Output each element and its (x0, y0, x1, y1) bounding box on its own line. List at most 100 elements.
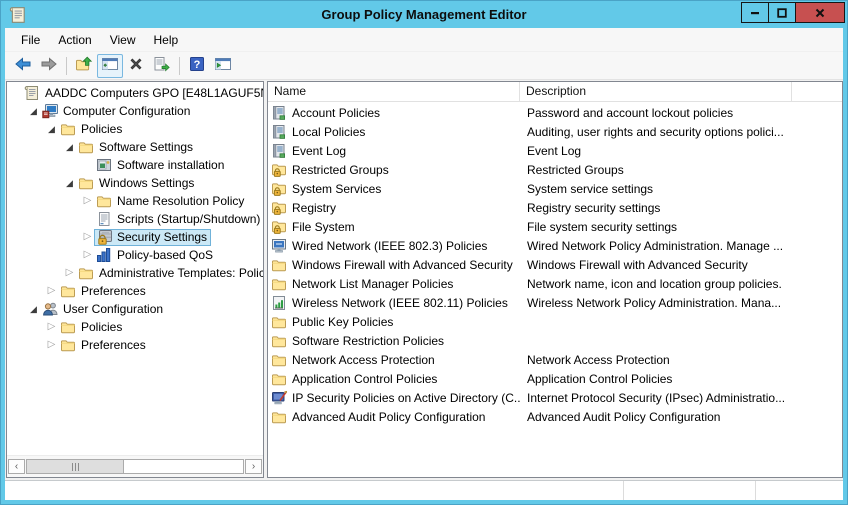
delete-button[interactable] (123, 54, 149, 78)
list-row-account-policies[interactable]: Account Policies Password and account lo… (268, 103, 842, 122)
tree-item-label: AADDC Computers GPO [E48L1AGUF5NDC (45, 86, 263, 100)
list-row-file-system[interactable]: File System File system security setting… (268, 217, 842, 236)
forward-icon (40, 56, 58, 75)
folder-lock-icon (271, 200, 287, 216)
tree-item-policies[interactable]: ▷ Policies (7, 318, 263, 336)
tree-item-aaddc-computers-gpo-e48l1aguf5ndc[interactable]: AADDC Computers GPO [E48L1AGUF5NDC (7, 84, 263, 102)
tree-item-software-installation[interactable]: Software installation (7, 156, 263, 174)
tree-item-policies[interactable]: ◢ Policies (7, 120, 263, 138)
list-row-system-services[interactable]: System Services System service settings (268, 179, 842, 198)
tree-item-user-configuration[interactable]: ◢ User Configuration (7, 300, 263, 318)
minimize-button[interactable] (742, 3, 768, 22)
tree-item-preferences[interactable]: ▷ Preferences (7, 336, 263, 354)
menu-view[interactable]: View (101, 30, 145, 50)
export-list-button[interactable] (149, 54, 175, 78)
main-area: AADDC Computers GPO [E48L1AGUF5NDC ◢ Com… (5, 80, 843, 478)
folder-icon (271, 352, 287, 368)
list-row-network-list-manager-policies[interactable]: Network List Manager Policies Network na… (268, 274, 842, 293)
tree-item-security-settings[interactable]: ▷ Security Settings (7, 228, 263, 246)
folder-icon (96, 193, 113, 209)
status-bar (5, 480, 843, 500)
list-item-description: Windows Firewall with Advanced Security (520, 258, 806, 272)
menu-bar: File Action View Help (5, 28, 843, 52)
list-item-description: Application Control Policies (520, 372, 806, 386)
expand-arrow[interactable]: ▷ (81, 246, 94, 264)
expand-arrow[interactable]: ▷ (63, 264, 76, 282)
folder-icon (271, 409, 287, 425)
list-row-network-access-protection[interactable]: Network Access Protection Network Access… (268, 350, 842, 369)
tree-item-label: Software Settings (99, 140, 193, 154)
tree-item-administrative-templates-policy[interactable]: ▷ Administrative Templates: Policy (7, 264, 263, 282)
list-item-name: Network List Manager Policies (292, 277, 453, 291)
scroll-left-button[interactable]: ‹ (8, 459, 25, 474)
list-row-public-key-policies[interactable]: Public Key Policies (268, 312, 842, 331)
expand-arrow[interactable]: ▷ (81, 192, 94, 210)
help-button[interactable]: ? (184, 54, 210, 78)
expand-arrow[interactable]: ◢ (27, 102, 40, 120)
scrollbar-track[interactable] (26, 459, 244, 474)
tree-item-software-settings[interactable]: ◢ Software Settings (7, 138, 263, 156)
show-console-tree-button[interactable] (97, 54, 123, 78)
column-header-name[interactable]: Name (268, 82, 520, 101)
list-row-ip-security-policies-on-active-directory-c[interactable]: IP Security Policies on Active Directory… (268, 388, 842, 407)
horizontal-scrollbar[interactable]: ‹ › (7, 455, 263, 477)
policy-ledger-icon (271, 105, 287, 121)
expand-arrow[interactable]: ◢ (63, 138, 76, 156)
folder-icon (271, 257, 287, 273)
wireless-network-icon (271, 295, 287, 311)
tree-item-label: Name Resolution Policy (117, 194, 244, 208)
help-icon: ? (189, 56, 205, 75)
list-item-name: Advanced Audit Policy Configuration (292, 410, 485, 424)
expand-arrow[interactable]: ▷ (45, 336, 58, 354)
console-tree-pane: AADDC Computers GPO [E48L1AGUF5NDC ◢ Com… (6, 81, 264, 478)
expand-arrow[interactable]: ◢ (63, 174, 76, 192)
menu-file[interactable]: File (12, 30, 49, 50)
list-row-local-policies[interactable]: Local Policies Auditing, user rights and… (268, 122, 842, 141)
list-row-restricted-groups[interactable]: Restricted Groups Restricted Groups (268, 160, 842, 179)
tree-item-label: Policies (81, 122, 122, 136)
tree-item-policy-based-qos[interactable]: ▷ Policy-based QoS (7, 246, 263, 264)
tree-item-label: Policies (81, 320, 122, 334)
list-row-wireless-network-ieee-802-11-policies[interactable]: Wireless Network (IEEE 802.11) Policies … (268, 293, 842, 312)
list-item-name: Wired Network (IEEE 802.3) Policies (292, 239, 487, 253)
folder-icon (60, 337, 77, 353)
group-policy-editor-window: Group Policy Management Editor File Acti… (0, 0, 848, 505)
list-item-name: File System (292, 220, 355, 234)
tree-item-label: Security Settings (117, 230, 207, 244)
column-header-description[interactable]: Description (520, 82, 792, 101)
list-item-name: Event Log (292, 144, 346, 158)
list-row-registry[interactable]: Registry Registry security settings (268, 198, 842, 217)
close-button[interactable] (795, 3, 844, 22)
tree-item-name-resolution-policy[interactable]: ▷ Name Resolution Policy (7, 192, 263, 210)
expand-arrow[interactable]: ▷ (45, 318, 58, 336)
menu-help[interactable]: Help (145, 30, 188, 50)
list-row-application-control-policies[interactable]: Application Control Policies Application… (268, 369, 842, 388)
policy-ledger-icon (271, 124, 287, 140)
scroll-right-button[interactable]: › (245, 459, 262, 474)
back-button[interactable] (10, 54, 36, 78)
forward-button[interactable] (36, 54, 62, 78)
software-install-icon (96, 157, 113, 173)
maximize-button[interactable] (768, 3, 795, 22)
tree-item-windows-settings[interactable]: ◢ Windows Settings (7, 174, 263, 192)
menu-action[interactable]: Action (49, 30, 100, 50)
tree-item-preferences[interactable]: ▷ Preferences (7, 282, 263, 300)
list-item-name: Public Key Policies (292, 315, 393, 329)
list-row-event-log[interactable]: Event Log Event Log (268, 141, 842, 160)
expand-arrow[interactable]: ◢ (45, 120, 58, 138)
list-row-windows-firewall-with-advanced-security[interactable]: Windows Firewall with Advanced Security … (268, 255, 842, 274)
list-row-advanced-audit-policy-configuration[interactable]: Advanced Audit Policy Configuration Adva… (268, 407, 842, 426)
expand-arrow[interactable]: ◢ (27, 300, 40, 318)
tree-item-scripts-startup-shutdown[interactable]: Scripts (Startup/Shutdown) (7, 210, 263, 228)
list-row-software-restriction-policies[interactable]: Software Restriction Policies (268, 331, 842, 350)
new-window-button[interactable] (210, 54, 236, 78)
list-row-wired-network-ieee-802-3-policies[interactable]: Wired Network (IEEE 802.3) Policies Wire… (268, 236, 842, 255)
list-item-description: Password and account lockout policies (520, 106, 806, 120)
expand-arrow[interactable]: ▷ (81, 228, 94, 246)
security-lock-icon (96, 229, 113, 245)
tree-item-computer-configuration[interactable]: ◢ Computer Configuration (7, 102, 263, 120)
scrollbar-thumb[interactable] (27, 460, 124, 473)
up-one-level-button[interactable] (71, 54, 97, 78)
titlebar[interactable]: Group Policy Management Editor (1, 1, 847, 28)
expand-arrow[interactable]: ▷ (45, 282, 58, 300)
